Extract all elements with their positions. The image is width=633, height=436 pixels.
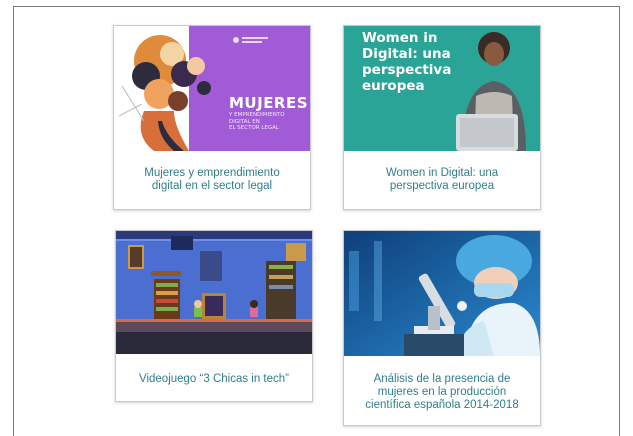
thumb-sub-line: Y EMPRENDIMIENTO <box>229 112 285 118</box>
videogame-screenshot <box>116 231 312 354</box>
card-women-in-digital[interactable]: Women in Digital: una perspectiva europe… <box>343 25 541 210</box>
card-analisis-presencia[interactable]: Análisis de la presencia de mujeres en l… <box>343 230 541 426</box>
caption-line: mujeres en la producción <box>377 386 507 398</box>
card-mujeres-emprendimiento[interactable]: MUJERES Y EMPRENDIMIENTO DIGITAL EN EL S… <box>113 25 311 210</box>
thumb-title: Women in Digital: una perspectiva europe… <box>362 30 451 94</box>
card-thumbnail[interactable]: Women in Digital: una perspectiva europe… <box>344 26 540 151</box>
thumb-title-line: perspectiva <box>362 62 452 78</box>
caption-line: perspectiva europea <box>389 180 495 192</box>
caption-line: Mujeres y emprendimiento <box>144 167 280 179</box>
caption-line: Análisis de la presencia de <box>373 373 511 385</box>
mujeres-cover-illustration <box>114 26 310 151</box>
caption-line: Women in Digital: una <box>385 167 499 179</box>
scientist-microscope-photo <box>344 231 540 356</box>
caption-line: digital en el sector legal <box>151 180 273 192</box>
card-caption[interactable]: Análisis de la presencia de mujeres en l… <box>344 373 540 412</box>
thumb-title-line: Digital: una <box>362 46 451 62</box>
thumb-title-line: Women in <box>362 30 438 46</box>
card-caption[interactable]: Mujeres y emprendimiento digital en el s… <box>114 167 310 193</box>
card-thumbnail[interactable] <box>116 231 312 354</box>
card-thumbnail[interactable] <box>344 231 540 356</box>
caption-line: científica española 2014-2018 <box>365 399 519 411</box>
caption-line: Videojuego “3 Chicas in tech” <box>138 373 290 385</box>
thumb-sub-line: EL SECTOR LEGAL <box>229 125 279 131</box>
card-videojuego[interactable]: Videojuego “3 Chicas in tech” <box>115 230 313 402</box>
thumb-subtitle: Y EMPRENDIMIENTO DIGITAL EN EL SECTOR LE… <box>229 112 285 132</box>
thumb-title-line: europea <box>362 78 425 94</box>
card-thumbnail[interactable]: MUJERES Y EMPRENDIMIENTO DIGITAL EN EL S… <box>114 26 310 151</box>
card-caption[interactable]: Videojuego “3 Chicas in tech” <box>116 373 312 386</box>
card-caption[interactable]: Women in Digital: una perspectiva europe… <box>344 167 540 193</box>
thumb-title: MUJERES <box>229 94 309 112</box>
